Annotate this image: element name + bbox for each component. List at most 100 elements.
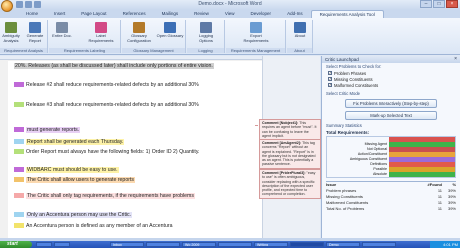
taskbar-item[interactable] <box>54 242 70 247</box>
label-icon <box>95 22 107 33</box>
checkbox-malformed-constituents[interactable]: ✓ Malformed Constituents <box>322 82 460 88</box>
paragraph[interactable]: Only an Accentura person may use the Cri… <box>14 212 244 219</box>
tab-requirements-analysis-tool[interactable]: Requirements Analysis Tool <box>310 10 384 18</box>
taskbar-item[interactable] <box>146 242 180 247</box>
checkbox-icon[interactable]: ✓ <box>328 83 332 87</box>
analyze-icon <box>5 22 17 33</box>
checkbox-icon[interactable]: ✓ <box>328 77 332 81</box>
report-icon <box>29 22 41 33</box>
about-icon <box>294 22 306 33</box>
document-area[interactable]: 20%. Releases (as shall be discussed lat… <box>0 56 262 238</box>
requirement-tag <box>14 82 24 87</box>
clock: 4:01 PM <box>443 242 458 247</box>
label-requirements-button[interactable]: Label Requirements <box>85 22 117 43</box>
stats-table: Issue #Found % Problem phrases 11 39% Mi… <box>326 181 456 212</box>
tab-review[interactable]: Review <box>186 10 217 18</box>
checkbox-icon[interactable]: ✓ <box>328 71 332 75</box>
taskbar-item[interactable]: Demo <box>326 242 360 247</box>
paragraph[interactable]: The Critic shall allow users to generate… <box>14 177 244 184</box>
paragraph[interactable]: The Critic shall only tag requirements, … <box>14 193 244 200</box>
group-requirements-labeling: Entire Doc. Label Requirements Requireme… <box>49 20 121 53</box>
window-title: Demo.docx - Microsoft Word <box>198 1 262 7</box>
group-glossary-management: Glossary Configuration Open Glossary Glo… <box>122 20 186 53</box>
requirement-tag <box>14 127 24 132</box>
tab-view[interactable]: View <box>217 10 243 18</box>
group-logging: Logging Options Logging <box>187 20 225 53</box>
ribbon-tabs: Home Insert Page Layout References Maili… <box>0 10 460 18</box>
taskbar-item[interactable] <box>218 242 252 247</box>
glossary-configuration-button[interactable]: Glossary Configuration <box>124 22 154 43</box>
start-button[interactable]: start <box>0 241 32 248</box>
tab-mailings[interactable]: Mailings <box>154 10 187 18</box>
comment-balloon[interactable]: Comment [AmAgent2]: This tag concerns "R… <box>259 139 321 169</box>
about-button[interactable]: About <box>289 22 311 39</box>
comment-balloon[interactable]: Comment [Nobject1]: This requires an age… <box>259 119 321 141</box>
requirement-tag <box>14 223 24 228</box>
ribbon: Ambiguity Analysis Generate Report Requi… <box>0 18 460 55</box>
open-glossary-icon <box>164 22 176 33</box>
entire-doc-button[interactable]: Entire Doc. <box>51 22 73 39</box>
markup-balloon-pane: Comment [Nobject1]: This requires an age… <box>255 56 321 238</box>
tab-insert[interactable]: Insert <box>46 10 73 18</box>
requirement-tag <box>14 193 24 198</box>
tab-home[interactable]: Home <box>18 10 46 18</box>
paragraph[interactable]: 20%. Releases (as shall be discussed lat… <box>14 63 244 70</box>
ambiguity-analysis-button[interactable]: Ambiguity Analysis <box>0 22 22 43</box>
glossary-icon <box>133 22 145 33</box>
paragraph[interactable]: Release #3 shall reduce requirements-rel… <box>14 102 244 109</box>
taskbar-item[interactable] <box>362 242 396 247</box>
requirement-tag <box>14 177 24 182</box>
export-requirements-button[interactable]: Export Requirements <box>240 22 272 43</box>
tab-add-ins[interactable]: Add-Ins <box>279 10 311 18</box>
title-bar: Demo.docx - Microsoft Word – □ × <box>0 0 460 12</box>
maximize-button[interactable]: □ <box>433 0 445 8</box>
minimize-button[interactable]: – <box>420 0 432 8</box>
tab-page-layout[interactable]: Page Layout <box>73 10 114 18</box>
window-controls: – □ × <box>420 0 458 8</box>
paragraph[interactable]: Order Report must always have the follow… <box>14 149 244 156</box>
close-button[interactable]: × <box>446 0 458 8</box>
taskbar-item[interactable]: Wo 2009 <box>182 242 216 247</box>
tab-developer[interactable]: Developer <box>243 10 280 18</box>
taskbar: start Inbox Wo 2009 Writing Demo 4:01 PM <box>0 241 460 248</box>
document-page[interactable]: 20%. Releases (as shall be discussed lat… <box>8 61 262 238</box>
close-pane-icon[interactable]: × <box>454 56 457 62</box>
group-about: About About <box>287 20 313 53</box>
requirement-tag <box>14 212 24 217</box>
open-glossary-button[interactable]: Open Glossary <box>156 22 184 39</box>
taskbar-item[interactable] <box>290 242 324 247</box>
paragraph[interactable]: WIDBARC must should be easy to use. <box>14 167 244 174</box>
fix-problems-interactively-button[interactable]: Fix Problems Interactively (Step-by-step… <box>345 99 437 108</box>
group-requirements-management: Export Requirements Requirements Managem… <box>226 20 286 53</box>
taskbar-item[interactable]: Inbox <box>110 242 144 247</box>
problem-bar-chart: Missing Agent Not Optional Action/Consti… <box>326 136 456 178</box>
logging-options-button[interactable]: Logging Options <box>193 22 219 43</box>
requirement-tag <box>14 167 24 172</box>
critic-launchpad-pane: Critic Launchpad × Select Problems to Ch… <box>321 56 460 238</box>
comment-balloon[interactable]: Comment [PriderPlural3]: "easy to use" i… <box>259 169 321 199</box>
paragraph[interactable]: Report shall be generated each Thursday. <box>14 139 244 146</box>
requirement-tag <box>14 149 24 154</box>
requirement-tag <box>14 139 24 144</box>
bar-fill <box>389 172 455 177</box>
pane-header: Critic Launchpad × <box>322 56 460 63</box>
doc-icon <box>56 22 68 33</box>
tab-references[interactable]: References <box>115 10 154 18</box>
paragraph[interactable]: An Accentura person is defined as any me… <box>14 223 244 230</box>
ruler <box>0 56 262 60</box>
paragraph[interactable]: must generate reports. <box>14 127 244 134</box>
logging-icon <box>200 22 212 33</box>
taskbar-item[interactable] <box>36 242 52 247</box>
word-window: Demo.docx - Microsoft Word – □ × Home In… <box>0 0 460 248</box>
paragraph[interactable]: Release #2 shall reduce requirements-rel… <box>14 82 244 89</box>
generate-report-button[interactable]: Generate Report <box>24 22 46 43</box>
bar-row: Absolute <box>327 172 455 177</box>
group-requirement-analysis: Ambiguity Analysis Generate Report Requi… <box>0 20 48 53</box>
system-tray: 4:01 PM <box>430 241 460 248</box>
requirement-tag <box>14 102 24 107</box>
mark-up-selected-text-button[interactable]: Mark-up Selected Text <box>345 111 437 120</box>
export-icon <box>250 22 262 33</box>
office-button[interactable] <box>1 0 13 12</box>
taskbar-item[interactable]: Writing <box>254 242 288 247</box>
table-row: Total No. of Problems 11 39% <box>326 206 456 211</box>
